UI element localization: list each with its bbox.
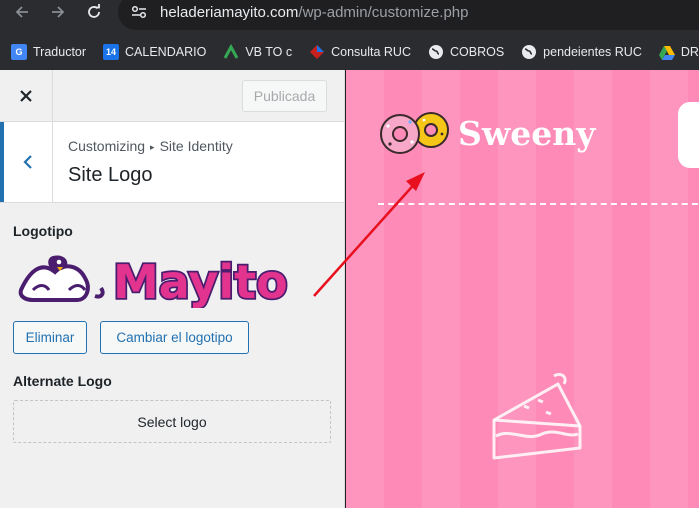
reload-icon[interactable] <box>84 2 104 22</box>
url-host: heladeriamayito.com <box>160 3 299 21</box>
alternate-logo-label: Alternate Logo <box>13 373 112 389</box>
globe-icon <box>521 44 537 60</box>
logo-preview-image[interactable]: Mayito <box>13 248 331 311</box>
logo-label: Logotipo <box>13 223 73 239</box>
translate-icon: G <box>11 44 27 60</box>
customizer-header: Publicada <box>0 70 344 122</box>
breadcrumb-section: Site Identity <box>159 138 233 154</box>
bookmark-label: VB TO c <box>245 45 293 59</box>
penguin-mascot-icon <box>18 255 105 302</box>
close-icon <box>20 90 32 102</box>
change-logo-button[interactable]: Cambiar el logotipo <box>100 321 249 354</box>
site-title[interactable]: Sweeny <box>458 114 595 153</box>
bookmark-label: pendeientes RUC <box>543 45 642 59</box>
bookmark-label: CALENDARIO <box>125 45 207 59</box>
logo-wordmark: Mayito <box>113 255 288 308</box>
sunat-icon <box>309 44 325 60</box>
back-arrow-icon[interactable] <box>12 2 32 22</box>
donut-logo-icon[interactable] <box>376 108 456 158</box>
back-to-section-button[interactable] <box>0 122 53 202</box>
dashed-divider <box>378 203 699 205</box>
calendar-icon: 14 <box>103 44 120 60</box>
bookmark-calendario[interactable]: 14 CALENDARIO <box>103 44 206 60</box>
select-logo-button[interactable]: Select logo <box>13 400 331 443</box>
globe-icon <box>428 44 444 60</box>
section-header: Customizing ▸ Site Identity Site Logo <box>0 122 344 203</box>
breadcrumb-root: Customizing <box>68 138 146 154</box>
bookmark-label: Traductor <box>33 45 87 59</box>
bookmark-label: COBROS <box>449 45 505 59</box>
vbto-icon <box>223 44 239 60</box>
section-title: Site Logo <box>68 164 153 186</box>
bookmark-label: DRIVE <box>680 45 699 59</box>
site-preview[interactable]: Sweeny <box>346 70 699 508</box>
breadcrumb: Customizing ▸ Site Identity <box>68 138 233 154</box>
bookmark-consulta-ruc[interactable]: Consulta RUC <box>309 44 411 60</box>
bookmark-drive[interactable]: DRIVE <box>658 44 699 60</box>
browser-toolbar: heladeriamayito.com/wp-admin/customize.p… <box>0 0 699 34</box>
drive-icon <box>658 44 675 60</box>
publish-button[interactable]: Publicada <box>242 80 327 112</box>
bookmark-vbto[interactable]: VB TO c <box>223 44 292 60</box>
bookmark-label: Consulta RUC <box>331 45 411 59</box>
close-customizer-button[interactable] <box>0 70 53 122</box>
bookmark-pendientes-ruc[interactable]: pendeientes RUC <box>521 44 642 60</box>
remove-logo-button[interactable]: Eliminar <box>13 321 87 354</box>
header-menu-card[interactable] <box>678 102 699 168</box>
bookmark-traductor[interactable]: G Traductor <box>11 44 86 60</box>
url-path: /wp-admin/customize.php <box>298 3 469 21</box>
bookmarks-bar: G Traductor 14 CALENDARIO VB TO c Consul… <box>0 34 699 70</box>
cake-slice-icon <box>492 372 582 460</box>
site-info-icon[interactable] <box>128 1 150 23</box>
address-bar[interactable]: heladeriamayito.com/wp-admin/customize.p… <box>118 0 699 30</box>
breadcrumb-separator-icon: ▸ <box>150 142 155 152</box>
bookmark-cobros[interactable]: COBROS <box>428 44 504 60</box>
chevron-left-icon <box>23 155 32 169</box>
forward-arrow-icon[interactable] <box>48 2 68 22</box>
